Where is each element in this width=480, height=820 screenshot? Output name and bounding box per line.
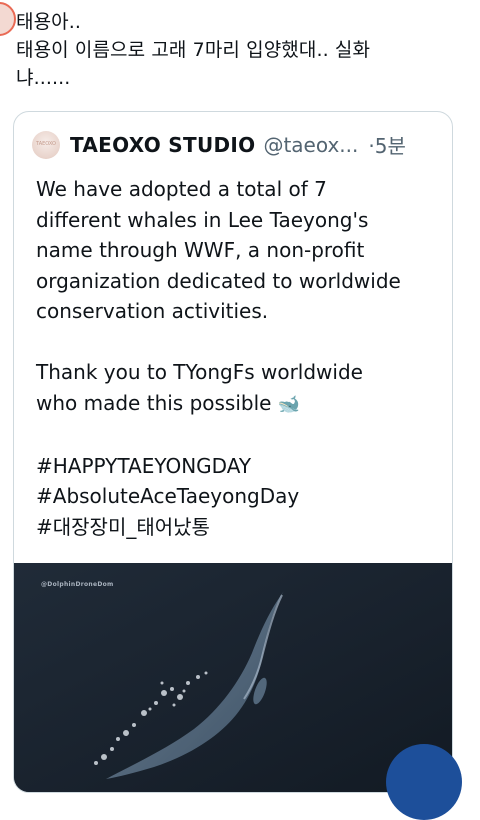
whale-emoji-icon: 🐋 (277, 393, 301, 415)
tweet-text: 태용아.. 태용이 이름으로 고래 7마리 입양했대.. 실화 냐...... (16, 8, 471, 92)
quote-line-with-emoji: who made this possible 🐋 (36, 388, 446, 421)
quote-handle[interactable]: @taeox... (263, 133, 358, 157)
quoted-tweet-card[interactable]: TAEOXO TAEOXO STUDIO @taeox... ·5분 We ha… (13, 111, 453, 793)
whale-aerial-image (14, 563, 452, 792)
quote-line (36, 327, 446, 358)
quote-timestamp[interactable]: ·5분 (368, 130, 405, 159)
quote-body: We have adopted a total of 7 different w… (36, 174, 446, 542)
tweet-line: 냐...... (16, 67, 71, 89)
media-watermark: @DolphinDroneDom (41, 581, 114, 588)
quote-line (36, 420, 446, 451)
hashtag-link[interactable]: #HAPPYTAEYONGDAY (36, 451, 446, 482)
quote-avatar-text: TAEOXO (36, 140, 56, 147)
sea-surface (14, 563, 452, 792)
quote-line: organization dedicated to worldwide (36, 268, 401, 293)
compose-fab-button[interactable] (386, 744, 462, 820)
tweet-line: 태용이 이름으로 고래 7마리 입양했대.. 실화 (16, 39, 371, 61)
quote-line: name through WWF, a non-profit (36, 238, 365, 262)
quote-line: different whales in Lee Taeyong's (36, 207, 369, 232)
quote-header: TAEOXO TAEOXO STUDIO @taeox... ·5분 (32, 130, 406, 159)
quote-display-name[interactable]: TAEOXO STUDIO (70, 133, 255, 157)
quote-line: who made this possible (36, 390, 272, 415)
quote-line: We have adopted a total of 7 (36, 177, 327, 201)
tweet-line: 태용아.. (16, 11, 82, 33)
author-avatar[interactable] (0, 2, 16, 36)
quote-line: conservation activities. (36, 299, 269, 323)
hashtag-link[interactable]: #대장장미_태어났통 (36, 512, 446, 543)
hashtag-link[interactable]: #AbsoluteAceTaeyongDay (36, 481, 446, 512)
media-video[interactable]: @DolphinDroneDom (14, 563, 452, 792)
quote-avatar[interactable]: TAEOXO (32, 130, 60, 159)
quote-line: Thank you to TYongFs worldwide (36, 360, 363, 384)
